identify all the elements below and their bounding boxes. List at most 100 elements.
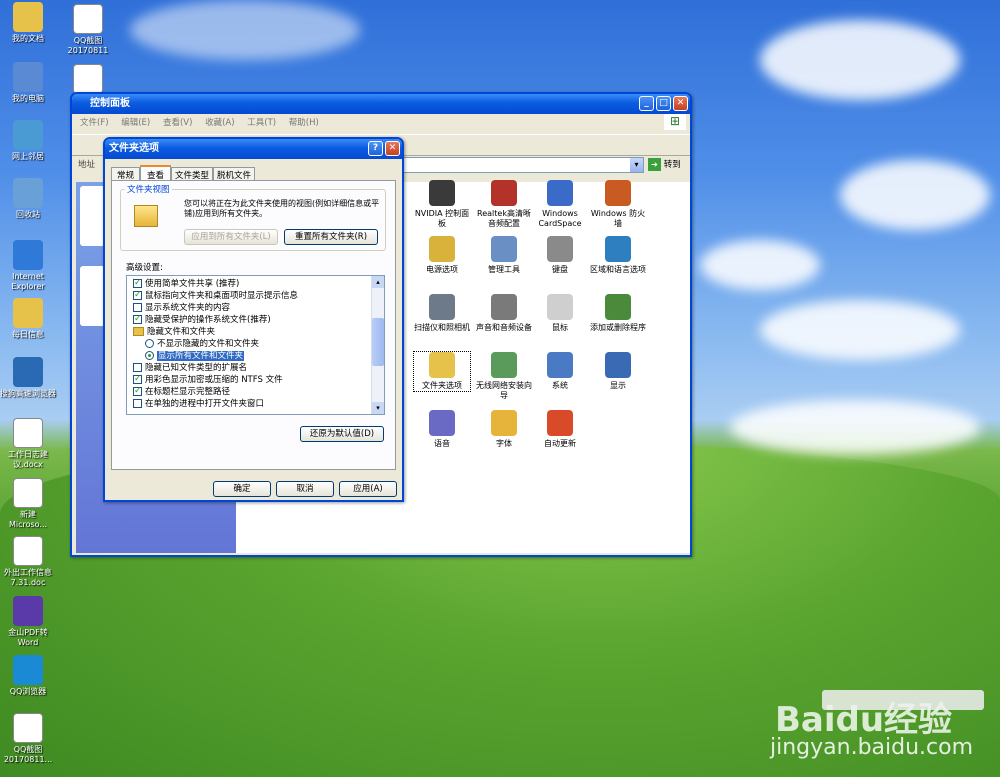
control-panel-item[interactable]: 无线网络安装向导 (476, 352, 532, 401)
control-panel-item[interactable]: 扫描仪和照相机 (414, 294, 470, 333)
radio-button[interactable] (145, 339, 154, 348)
desktop-icon[interactable]: QQ截图20170811 (60, 4, 116, 56)
desktop-icon[interactable]: 我的文档 (0, 2, 56, 44)
control-panel-item[interactable]: 声音和音频设备 (476, 294, 532, 333)
checkbox[interactable] (133, 303, 142, 312)
control-panel-item[interactable]: Windows CardSpace (532, 180, 588, 229)
tab-strip: 常规 查看 文件类型 脱机文件 (111, 165, 256, 183)
control-panel-item[interactable]: 文件夹选项 (413, 351, 471, 392)
desktop-icon[interactable]: 外出工作信息7.31.doc (0, 536, 56, 588)
menu-edit[interactable]: 编辑(E) (121, 118, 150, 128)
control-panel-item[interactable]: 语音 (414, 410, 470, 449)
restore-defaults-button[interactable]: 还原为默认值(D) (300, 426, 384, 442)
control-panel-item[interactable]: 系统 (532, 352, 588, 391)
setting-row[interactable]: 在标题栏显示完整路径 (133, 385, 384, 398)
desktop-icon[interactable]: 每日信息 (0, 298, 56, 340)
control-panel-item[interactable]: 添加或删除程序 (590, 294, 646, 333)
control-panel-item[interactable]: 鼠标 (532, 294, 588, 333)
checkbox[interactable] (133, 289, 142, 301)
control-panel-item[interactable]: NVIDIA 控制面板 (414, 180, 470, 229)
chevron-down-icon[interactable]: ▾ (372, 402, 384, 414)
dialog-title: 文件夹选项 (109, 143, 159, 154)
menu-view[interactable]: 查看(V) (163, 118, 192, 128)
menu-file[interactable]: 文件(F) (80, 118, 109, 128)
control-panel-item-icon (605, 236, 631, 262)
scrollbar[interactable]: ▴ ▾ (371, 276, 384, 414)
setting-row[interactable]: 隐藏已知文件类型的扩展名 (133, 362, 384, 374)
control-panel-item-icon (547, 410, 573, 436)
setting-row[interactable]: 显示系统文件夹的内容 (133, 302, 384, 314)
control-panel-item-icon (429, 352, 455, 378)
cancel-button[interactable]: 取消 (276, 481, 334, 497)
desktop-icon[interactable]: 我的电脑 (0, 62, 56, 104)
apply-button[interactable]: 应用(A) (339, 481, 397, 497)
minimize-button[interactable]: _ (639, 96, 654, 111)
menu-favorites[interactable]: 收藏(A) (205, 118, 234, 128)
folder-options-dialog[interactable]: 文件夹选项 ? ✕ 常规 查看 文件类型 脱机文件 文件夹视图 您可以将正在为此文件夹… (103, 137, 404, 502)
control-panel-item[interactable]: 键盘 (532, 236, 588, 275)
setting-row[interactable]: 隐藏文件和文件夹 (133, 326, 384, 338)
address-input[interactable] (402, 157, 644, 173)
desktop-app-icon (13, 418, 43, 448)
checkbox[interactable] (133, 277, 142, 289)
menu-help[interactable]: 帮助(H) (289, 118, 319, 128)
setting-row[interactable]: 隐藏受保护的操作系统文件(推荐) (133, 313, 384, 326)
desktop-icon[interactable]: 金山PDF转Word (0, 596, 56, 648)
close-button[interactable]: ✕ (385, 141, 400, 156)
setting-row[interactable]: 使用简单文件共享 (推荐) (133, 277, 384, 290)
desktop-app-icon (13, 596, 43, 626)
advanced-settings-list[interactable]: 使用简单文件共享 (推荐)鼠标指向文件夹和桌面项时显示提示信息显示系统文件夹的内… (126, 275, 385, 415)
control-panel-item-icon (547, 180, 573, 206)
control-panel-item-icon (547, 352, 573, 378)
desktop-icon[interactable]: 工作日志建议.docx (0, 418, 56, 470)
control-panel-item[interactable]: Realtek高清晰音频配置 (476, 180, 532, 229)
ok-button[interactable]: 确定 (213, 481, 271, 497)
ime-toolbar[interactable] (822, 690, 984, 710)
control-panel-item[interactable]: 电源选项 (414, 236, 470, 275)
chevron-up-icon[interactable]: ▴ (372, 276, 384, 288)
goto-button[interactable]: ➔ 转到 (648, 157, 681, 173)
setting-row[interactable]: 鼠标指向文件夹和桌面项时显示提示信息 (133, 289, 384, 302)
desktop-icon[interactable]: 新建 Microso... (0, 478, 56, 530)
control-panel-titlebar[interactable]: 控制面板 _ □ ✕ (72, 94, 690, 114)
desktop-app-icon (13, 62, 43, 92)
help-button[interactable]: ? (368, 141, 383, 156)
setting-row[interactable]: 显示所有文件和文件夹 (133, 350, 384, 362)
close-button[interactable]: ✕ (673, 96, 688, 111)
desktop-icon[interactable]: QQ截图20170811... (0, 713, 56, 765)
desktop-app-icon (13, 298, 43, 328)
maximize-button[interactable]: □ (656, 96, 671, 111)
control-panel-item[interactable]: Windows 防火墙 (590, 180, 646, 229)
desktop-app-icon (13, 120, 43, 150)
control-panel-item-icon (547, 236, 573, 262)
control-panel-item[interactable]: 管理工具 (476, 236, 532, 275)
checkbox[interactable] (133, 363, 142, 372)
setting-row[interactable]: 用彩色显示加密或压缩的 NTFS 文件 (133, 373, 384, 386)
control-panel-item[interactable]: 自动更新 (532, 410, 588, 449)
checkbox[interactable] (133, 399, 142, 408)
setting-row[interactable]: 在单独的进程中打开文件夹窗口 (133, 398, 384, 410)
desktop-icon[interactable]: 回收站 (0, 178, 56, 220)
desktop-icon[interactable]: 网上邻居 (0, 120, 56, 162)
chevron-down-icon[interactable]: ▾ (630, 158, 643, 172)
control-panel-item[interactable]: 字体 (476, 410, 532, 449)
menu-tools[interactable]: 工具(T) (247, 118, 276, 128)
reset-all-folders-button[interactable]: 重置所有文件夹(R) (284, 229, 378, 245)
control-panel-item[interactable]: 显示 (590, 352, 646, 391)
apply-to-all-folders-button[interactable]: 应用到所有文件夹(L) (184, 229, 278, 245)
folder-view-description: 您可以将正在为此文件夹使用的视图(例如详细信息或平铺)应用到所有文件夹。 (184, 199, 380, 218)
checkbox[interactable] (133, 385, 142, 397)
desktop-app-icon (13, 655, 43, 685)
control-panel-item-icon (605, 180, 631, 206)
control-panel-item[interactable]: 区域和语言选项 (590, 236, 646, 275)
dialog-titlebar[interactable]: 文件夹选项 ? ✕ (105, 139, 402, 159)
cloud (130, 0, 360, 60)
radio-button[interactable] (145, 351, 154, 360)
desktop-icon[interactable]: 搜狗高速浏览器 (0, 357, 56, 399)
setting-row[interactable]: 不显示隐藏的文件和文件夹 (133, 338, 384, 350)
scrollbar-thumb[interactable] (372, 318, 384, 366)
checkbox[interactable] (133, 373, 142, 385)
desktop-icon[interactable]: QQ浏览器 (0, 655, 56, 697)
desktop-icon[interactable]: Internet Explorer (0, 240, 56, 292)
checkbox[interactable] (133, 313, 142, 325)
